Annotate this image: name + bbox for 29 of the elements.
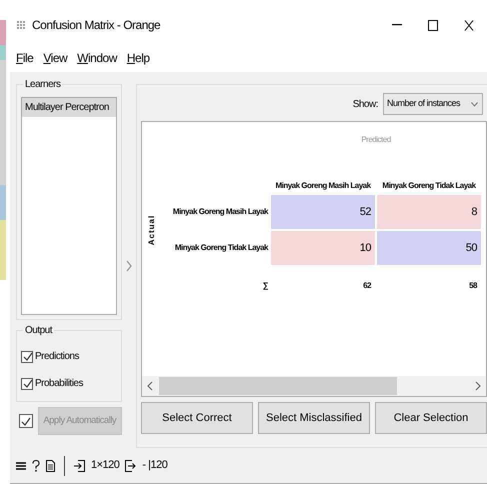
axis-label: Predicted: [360, 134, 392, 146]
matrix-cell: 52: [271, 195, 375, 229]
checkbox-label: Probabilities: [35, 377, 83, 391]
action-button[interactable]: Select Misclassified: [258, 402, 370, 434]
show-dropdown[interactable]: Number of instances: [383, 93, 483, 115]
matrix-cell: 8: [377, 195, 481, 229]
sum-symbol: ∑: [262, 280, 269, 292]
action-button[interactable]: Select Correct: [141, 402, 253, 434]
window-title: Confusion Matrix - Orange: [32, 17, 160, 34]
menu-item[interactable]: File: [16, 49, 34, 67]
menu-item[interactable]: Window: [77, 49, 117, 67]
row-header: Minyak Goreng Tidak Layak: [174, 242, 270, 254]
show-label: Show:: [352, 98, 378, 112]
input-count: 1×120: [91, 458, 120, 474]
column-sum: 58: [468, 280, 478, 292]
column-sum: 62: [362, 280, 372, 292]
group-label: Output: [23, 323, 54, 338]
matrix-cell: 10: [271, 231, 375, 265]
checkbox-label: Predictions: [35, 350, 79, 364]
output-count: - |120: [142, 458, 168, 474]
matrix-cell: 50: [377, 231, 481, 265]
menu-item[interactable]: Help: [126, 49, 150, 67]
column-header: Minyak Goreng Masih Layak: [274, 180, 372, 192]
column-header: Minyak Goreng Tidak Layak: [381, 180, 477, 192]
row-header: Minyak Goreng Masih Layak: [172, 206, 270, 218]
menu-item[interactable]: View: [43, 49, 68, 67]
learner-item[interactable]: Multilayer Perceptron: [22, 98, 116, 117]
axis-label: Actual: [146, 214, 157, 246]
action-button[interactable]: Clear Selection: [375, 402, 487, 434]
